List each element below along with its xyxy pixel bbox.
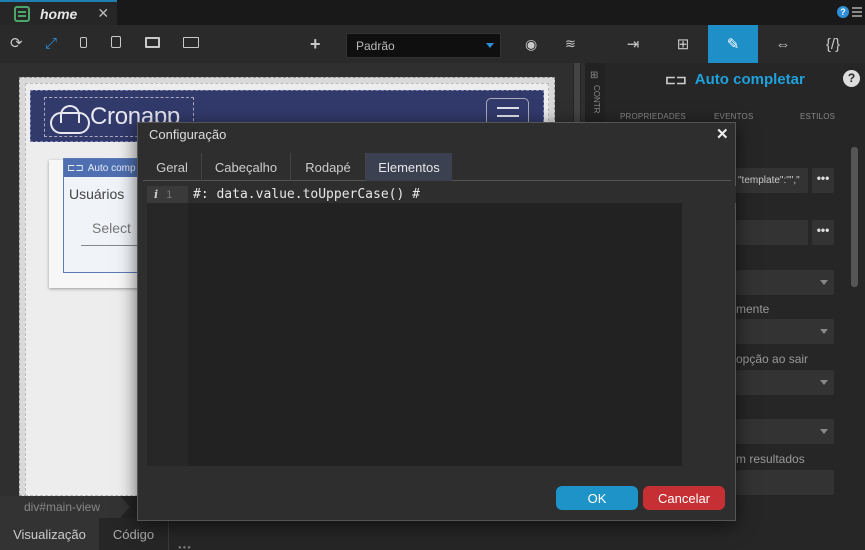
property-label: m resultados [736,452,805,466]
template-field[interactable]: "template":""," [736,168,808,193]
code-editor[interactable] [147,186,682,466]
desktop-icon[interactable] [145,35,160,53]
property-field[interactable] [736,470,834,495]
autocomplete-icon: ⊏⊐ [67,162,84,174]
component-title-label: Auto completar [694,71,805,88]
dialog-title: Configuração [149,127,227,142]
autocomplete-placeholder[interactable]: Select [92,220,131,236]
tab-rodape[interactable]: Rodapé [291,153,366,181]
subtab-styles[interactable]: ESTILOS [800,112,835,121]
chevron-down-icon [820,329,828,334]
close-icon[interactable]: ✕ [97,5,109,22]
expand-icon[interactable]: ⤢ [45,35,57,53]
tab-cabecalho[interactable]: Cabeçalho [202,153,291,181]
tab-label: home [40,5,78,22]
component-tag-label: Auto comp [87,162,136,174]
help-icon[interactable]: ? [837,6,849,18]
controls-strip[interactable]: ⊞ CONTR [585,63,605,123]
controls-label: CONTR [592,85,601,114]
file-icon [14,5,30,22]
properties-scrollbar[interactable] [851,147,858,287]
property-field[interactable] [736,220,808,245]
tab-codigo[interactable]: Código [99,518,169,550]
more-button[interactable]: ••• [812,220,834,245]
menu-line [497,107,519,109]
property-label: mente [736,302,770,316]
scrollbar-thumb[interactable] [574,63,580,123]
subtab-properties[interactable]: PROPRIEDADES [620,112,686,121]
chevron-down-icon [820,429,828,434]
refresh-icon[interactable]: ⟳ [10,35,23,53]
visibility-icon[interactable]: ◉ [525,35,537,53]
mobile-icon[interactable] [80,35,87,53]
tablet-icon[interactable] [111,35,121,53]
database-icon[interactable]: ≋ [565,35,576,53]
tab-elementos[interactable]: Elementos [366,153,452,181]
add-icon[interactable]: + [310,35,321,53]
resize-icon[interactable]: ⇔ [758,25,808,63]
cancel-button[interactable]: Cancelar [643,486,725,510]
tab-visualizacao[interactable]: Visualização [0,518,99,550]
close-icon[interactable]: ✕ [716,125,729,143]
editor-tab-bar [0,0,865,25]
autocomplete-icon: ⊏⊐ [665,71,687,87]
code-icon[interactable]: {/} [808,25,858,63]
editor-gutter [147,186,188,466]
code-line[interactable]: #: data.value.toUpperCase() # [193,186,420,203]
menu-line [497,115,519,117]
ok-button[interactable]: OK [556,486,638,510]
chevron-down-icon [820,380,828,385]
chevron-down-icon [820,280,828,285]
property-select[interactable] [736,419,834,444]
top-help-area: ? [837,6,862,18]
resize-grip-icon[interactable]: ●●● [178,545,192,550]
edit-icon[interactable]: ✎ [708,25,758,63]
viewport-select[interactable]: Padrão [346,33,501,58]
tab-geral[interactable]: Geral [143,153,202,181]
monitor-icon[interactable] [183,35,199,53]
ide-window: home ✕ ? ⟳ ⤢ + ◉ ≋ Padrão ⇥ ⊞ ✎ ⇔ {/} ⊏⊐… [0,0,865,550]
controls-icon: ⊞ [590,70,599,81]
gutter-line: i 1 [147,186,188,203]
cloud-icon [48,104,90,134]
breadcrumb[interactable]: div#main-view [0,496,130,518]
chevron-down-icon [486,43,494,48]
menu-icon[interactable] [852,7,862,17]
property-label: opção ao sair [736,352,809,366]
subtab-events[interactable]: EVENTOS [714,112,754,121]
tab-home[interactable]: home ✕ [0,0,117,25]
field-label: Usuários [69,186,125,202]
property-select[interactable] [736,319,834,344]
designer-toolbar: ⟳ ⤢ + ◉ ≋ [0,25,605,63]
info-icon[interactable]: i [154,188,158,201]
line-number: 1 [166,188,173,201]
property-select[interactable] [736,370,834,395]
login-icon[interactable]: ⇥ [608,25,658,63]
component-title: ⊏⊐ Auto completar [665,71,805,88]
help-icon[interactable]: ? [843,70,860,87]
tree-icon[interactable]: ⊞ [658,25,708,63]
viewport-select-value: Padrão [356,38,395,53]
more-button[interactable]: ••• [812,168,834,193]
property-select[interactable] [736,270,834,295]
